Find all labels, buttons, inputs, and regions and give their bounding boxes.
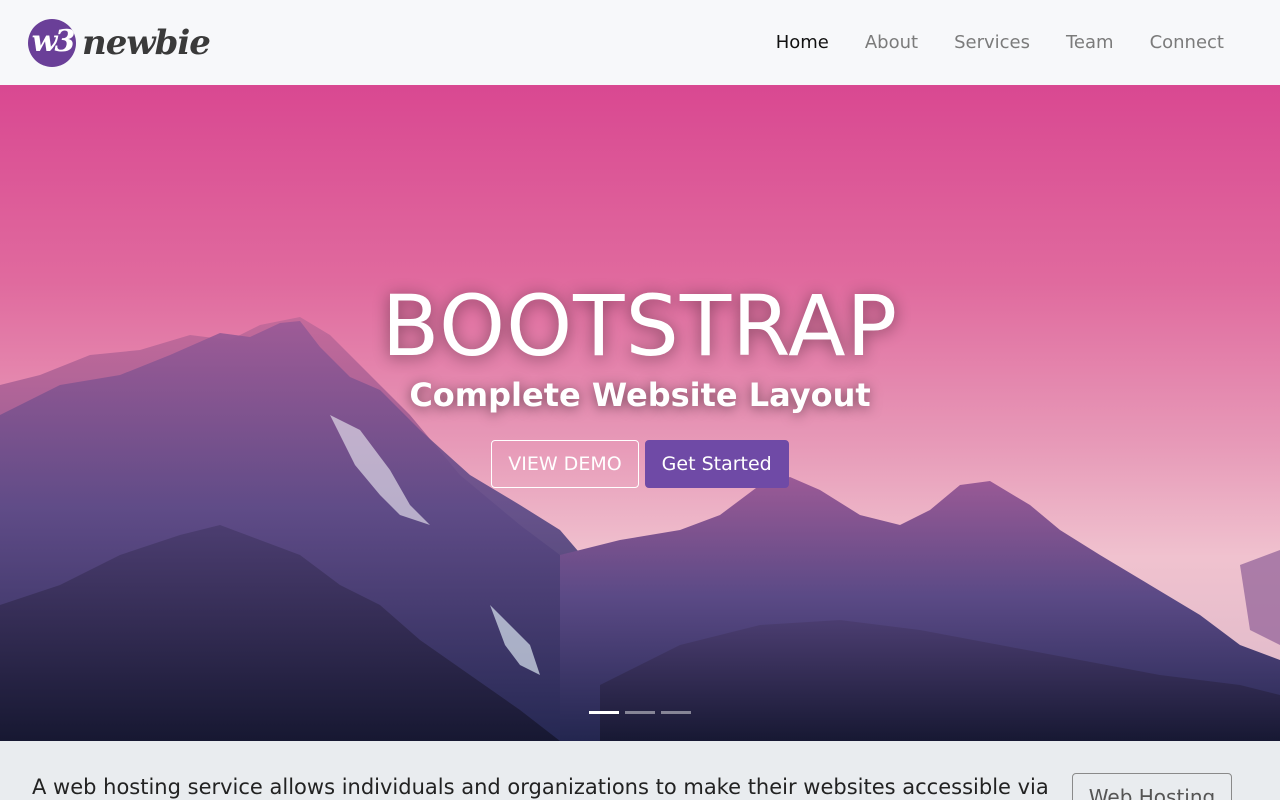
web-hosting-button[interactable]: Web Hosting — [1072, 773, 1232, 800]
hosting-jumbotron: A web hosting service allows individuals… — [0, 741, 1280, 800]
nav-item-team[interactable]: Team — [1048, 32, 1132, 53]
nav-item-services[interactable]: Services — [936, 32, 1048, 53]
hosting-description: A web hosting service allows individuals… — [32, 775, 1049, 799]
hero-caption: BOOTSTRAP Complete Website Layout VIEW D… — [0, 280, 1280, 488]
nav-item-about[interactable]: About — [847, 32, 936, 53]
nav-menu: Home About Services Team Connect — [758, 32, 1242, 53]
hero-subtitle: Complete Website Layout — [409, 376, 871, 414]
nav-item-home[interactable]: Home — [758, 32, 847, 53]
carousel-indicators — [589, 711, 691, 714]
hero-title: BOOTSTRAP — [381, 277, 899, 375]
nav-item-connect[interactable]: Connect — [1132, 32, 1242, 53]
brand-logo[interactable]: w3 newbie — [28, 18, 211, 67]
carousel-indicator-3[interactable] — [661, 711, 691, 714]
carousel-indicator-2[interactable] — [625, 711, 655, 714]
logo-mark-icon: w3 — [28, 18, 76, 67]
hero-buttons: VIEW DEMO Get Started — [0, 440, 1280, 488]
view-demo-button[interactable]: VIEW DEMO — [491, 440, 639, 488]
carousel-indicator-1[interactable] — [589, 711, 619, 714]
get-started-button[interactable]: Get Started — [644, 440, 789, 488]
navbar: w3 newbie Home About Services Team Conne… — [0, 0, 1280, 85]
brand-name: newbie — [82, 22, 211, 63]
hero-carousel: BOOTSTRAP Complete Website Layout VIEW D… — [0, 85, 1280, 741]
